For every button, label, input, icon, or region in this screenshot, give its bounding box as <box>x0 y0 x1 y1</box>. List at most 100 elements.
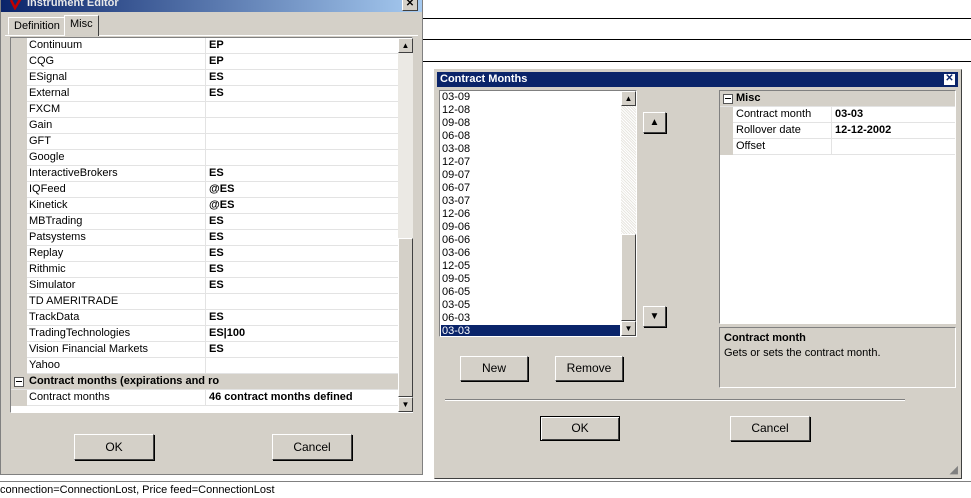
property-value[interactable]: EP <box>209 55 224 67</box>
property-row[interactable]: FXCM <box>11 102 398 118</box>
property-value[interactable]: ES <box>209 167 224 179</box>
contract-months-list[interactable]: 03-09 12-08 09-08 06-08 03-08 12-07 09-0… <box>439 90 637 337</box>
property-name: External <box>29 87 70 99</box>
property-value[interactable]: 03-03 <box>835 108 863 120</box>
tab-definition[interactable]: Definition <box>8 17 66 35</box>
property-row[interactable]: Gain <box>11 118 398 134</box>
list-item[interactable]: 03-07 <box>442 195 620 208</box>
property-row[interactable]: Simulator ES <box>11 278 398 294</box>
list-item[interactable]: 09-06 <box>442 221 620 234</box>
scroll-down-icon[interactable]: ▼ <box>398 397 413 412</box>
property-value[interactable]: ES <box>209 343 224 355</box>
list-item[interactable]: 03-06 <box>442 247 620 260</box>
property-value[interactable]: ES <box>209 311 224 323</box>
property-row[interactable]: Vision Financial Markets ES <box>11 342 398 358</box>
property-name: Offset <box>736 140 766 152</box>
property-row[interactable]: TrackData ES <box>11 310 398 326</box>
property-category-contract-months[interactable]: Contract months (expirations and ro <box>11 374 398 390</box>
property-row[interactable]: Yahoo <box>11 358 398 374</box>
category-label: Contract months (expirations and ro <box>29 375 220 387</box>
property-value[interactable]: ES <box>209 87 224 99</box>
list-item[interactable]: 09-08 <box>442 117 620 130</box>
list-item[interactable]: 03-09 <box>442 91 620 104</box>
cancel-button[interactable]: Cancel <box>272 434 352 460</box>
move-down-button[interactable]: ▼ <box>643 306 666 327</box>
property-row[interactable]: CQG EP <box>11 54 398 70</box>
close-icon[interactable]: ✕ <box>402 0 418 11</box>
resize-grip-icon[interactable]: ◢ <box>950 463 958 476</box>
property-row[interactable]: TradingTechnologies ES|100 <box>11 326 398 342</box>
close-icon[interactable]: ✕ <box>943 73 956 86</box>
property-value[interactable]: ES <box>209 231 224 243</box>
connection-status-text: connection=ConnectionLost, Price feed=Co… <box>0 484 275 496</box>
property-grid[interactable]: Continuum EP CQG EP ESignal ES External ES F… <box>10 37 413 413</box>
property-row-contract-months[interactable]: Contract months 46 contract months define… <box>11 390 398 406</box>
instrument-editor-title-bar[interactable]: Instrument Editor ✕ <box>1 0 422 12</box>
bg-grid-line <box>423 61 971 62</box>
list-item[interactable]: 12-06 <box>442 208 620 221</box>
property-row[interactable]: GFT <box>11 134 398 150</box>
contract-month-property-grid[interactable]: Misc Contract month 03-03 Rollover date 12… <box>719 90 956 324</box>
property-category-misc[interactable]: Misc <box>720 91 955 107</box>
property-row[interactable]: MBTrading ES <box>11 214 398 230</box>
ok-button[interactable]: OK <box>74 434 154 460</box>
property-value[interactable]: EP <box>209 39 224 51</box>
property-row-contract-month[interactable]: Contract month 03-03 <box>720 107 955 123</box>
property-row[interactable]: Kinetick @ES <box>11 198 398 214</box>
scroll-up-icon[interactable]: ▲ <box>621 91 636 106</box>
property-row[interactable]: Patsystems ES <box>11 230 398 246</box>
remove-button[interactable]: Remove <box>555 356 623 381</box>
property-row[interactable]: TD AMERITRADE <box>11 294 398 310</box>
list-item[interactable]: 12-07 <box>442 156 620 169</box>
property-row[interactable]: Replay ES <box>11 246 398 262</box>
list-item[interactable]: 12-05 <box>442 260 620 273</box>
list-item[interactable]: 03-05 <box>442 299 620 312</box>
list-item[interactable]: 06-07 <box>442 182 620 195</box>
property-value[interactable]: ES|100 <box>209 327 245 339</box>
list-item[interactable]: 06-08 <box>442 130 620 143</box>
list-item[interactable]: 09-07 <box>442 169 620 182</box>
property-value[interactable]: ES <box>209 71 224 83</box>
bg-status-divider <box>0 481 971 482</box>
scrollbar-thumb[interactable] <box>621 234 636 321</box>
list-item[interactable]: 06-05 <box>442 286 620 299</box>
property-value[interactable]: @ES <box>209 183 234 195</box>
property-value[interactable]: ES <box>209 263 224 275</box>
scroll-down-icon[interactable]: ▼ <box>621 321 636 336</box>
list-item[interactable]: 09-05 <box>442 273 620 286</box>
vertical-scrollbar[interactable]: ▲ ▼ <box>398 38 413 412</box>
property-value[interactable]: ES <box>209 215 224 227</box>
list-item[interactable]: 06-03 <box>442 312 620 325</box>
tab-misc[interactable]: Misc <box>64 15 99 36</box>
property-row[interactable]: ESignal ES <box>11 70 398 86</box>
property-name: Google <box>29 151 65 163</box>
property-row[interactable]: Rithmic ES <box>11 262 398 278</box>
property-row[interactable]: Google <box>11 150 398 166</box>
property-value[interactable]: ES <box>209 279 224 291</box>
property-row-rollover-date[interactable]: Rollover date 12-12-2002 <box>720 123 955 139</box>
cancel-button[interactable]: Cancel <box>730 416 810 441</box>
scroll-up-icon[interactable]: ▲ <box>398 38 413 53</box>
property-row[interactable]: Continuum EP <box>11 38 398 54</box>
contract-months-value[interactable]: 46 contract months defined <box>209 391 353 403</box>
property-value[interactable]: @ES <box>209 199 234 211</box>
contract-months-title-bar[interactable]: Contract Months ✕ <box>437 72 958 87</box>
list-item[interactable]: 03-08 <box>442 143 620 156</box>
new-button[interactable]: New <box>460 356 528 381</box>
property-value[interactable]: ES <box>209 247 224 259</box>
list-item[interactable]: 06-06 <box>442 234 620 247</box>
scrollbar-thumb[interactable] <box>398 238 413 397</box>
property-row[interactable]: IQFeed @ES <box>11 182 398 198</box>
collapse-icon[interactable] <box>14 377 24 387</box>
ok-button[interactable]: OK <box>540 416 620 441</box>
collapse-icon[interactable] <box>723 94 733 104</box>
list-item-selected[interactable]: 03-03 <box>441 325 620 336</box>
property-name: TrackData <box>29 311 80 323</box>
move-up-button[interactable]: ▲ <box>643 112 666 133</box>
property-row-offset[interactable]: Offset <box>720 139 955 155</box>
list-scrollbar[interactable]: ▲ ▼ <box>621 91 636 336</box>
list-item[interactable]: 12-08 <box>442 104 620 117</box>
property-row[interactable]: InteractiveBrokers ES <box>11 166 398 182</box>
property-value[interactable]: 12-12-2002 <box>835 124 891 136</box>
property-row[interactable]: External ES <box>11 86 398 102</box>
